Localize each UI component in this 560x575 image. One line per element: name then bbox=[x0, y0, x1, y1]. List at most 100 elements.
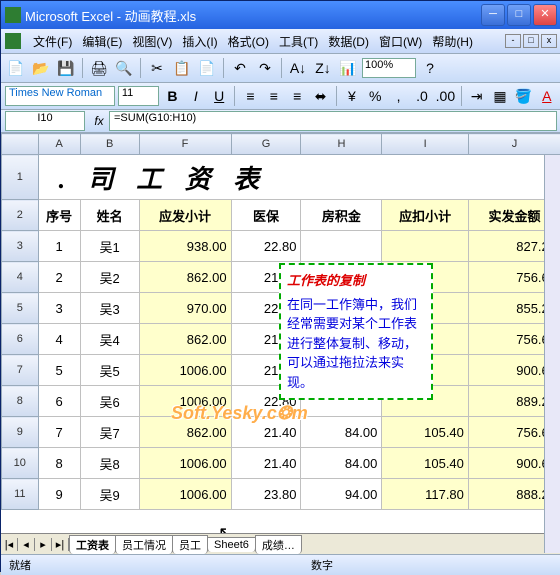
data-cell[interactable]: 8 bbox=[38, 448, 80, 479]
minimize-button[interactable]: ─ bbox=[481, 4, 505, 26]
preview-icon[interactable]: 🔍 bbox=[113, 57, 135, 79]
data-cell[interactable]: 23.80 bbox=[231, 479, 301, 510]
fill-color-icon[interactable]: 🪣 bbox=[513, 85, 533, 107]
data-cell[interactable]: 1006.00 bbox=[139, 355, 231, 386]
font-name-combo[interactable]: Times New Roman bbox=[5, 86, 115, 106]
data-cell[interactable]: 862.00 bbox=[139, 262, 231, 293]
titlebar[interactable]: Microsoft Excel - 动画教程.xls ─ □ ✕ bbox=[1, 1, 560, 29]
data-cell[interactable]: 7 bbox=[38, 417, 80, 448]
data-cell[interactable]: 4 bbox=[38, 324, 80, 355]
sort-desc-icon[interactable]: Z↓ bbox=[312, 57, 334, 79]
title-cell[interactable]: . 司 工 资 表 bbox=[38, 155, 560, 200]
align-left-icon[interactable]: ≡ bbox=[240, 85, 260, 107]
data-cell[interactable]: 105.40 bbox=[382, 417, 469, 448]
tab-next-icon[interactable]: ▸ bbox=[35, 538, 52, 551]
col-header[interactable]: A bbox=[38, 134, 80, 155]
menu-edit[interactable]: 编辑(E) bbox=[78, 31, 126, 52]
row-header[interactable]: 5 bbox=[2, 293, 39, 324]
row-header[interactable]: 4 bbox=[2, 262, 39, 293]
data-cell[interactable]: 862.00 bbox=[139, 324, 231, 355]
menu-tools[interactable]: 工具(T) bbox=[275, 31, 322, 52]
comma-icon[interactable]: , bbox=[388, 85, 408, 107]
sheet-tab[interactable]: 成绩… bbox=[255, 535, 302, 554]
tab-prev-icon[interactable]: ◂ bbox=[18, 538, 35, 551]
percent-icon[interactable]: % bbox=[365, 85, 385, 107]
doc-minimize-button[interactable]: - bbox=[505, 34, 521, 48]
data-cell[interactable]: 938.00 bbox=[139, 231, 231, 262]
data-cell[interactable]: 105.40 bbox=[382, 448, 469, 479]
row-header[interactable]: 10 bbox=[2, 448, 39, 479]
italic-icon[interactable]: I bbox=[186, 85, 206, 107]
data-cell[interactable]: 84.00 bbox=[301, 417, 382, 448]
merge-icon[interactable]: ⬌ bbox=[310, 85, 330, 107]
menu-file[interactable]: 文件(F) bbox=[29, 31, 76, 52]
data-cell[interactable]: 117.80 bbox=[382, 479, 469, 510]
data-cell[interactable]: 吴8 bbox=[80, 448, 139, 479]
data-cell[interactable]: 5 bbox=[38, 355, 80, 386]
data-cell[interactable]: 1006.00 bbox=[139, 479, 231, 510]
data-cell[interactable]: 吴4 bbox=[80, 324, 139, 355]
sheet-tab[interactable]: 员工情况 bbox=[115, 535, 173, 554]
font-color-icon[interactable]: A bbox=[537, 85, 557, 107]
header-cell[interactable]: 序号 bbox=[38, 200, 80, 231]
open-icon[interactable]: 📂 bbox=[30, 57, 52, 79]
save-icon[interactable]: 💾 bbox=[55, 57, 77, 79]
data-cell[interactable]: 吴9 bbox=[80, 479, 139, 510]
sheet-tab[interactable]: Sheet6 bbox=[207, 537, 256, 552]
paste-icon[interactable]: 📄 bbox=[196, 57, 218, 79]
menu-data[interactable]: 数据(D) bbox=[324, 31, 373, 52]
data-cell[interactable]: 1006.00 bbox=[139, 386, 231, 417]
data-cell[interactable]: 吴3 bbox=[80, 293, 139, 324]
underline-icon[interactable]: U bbox=[209, 85, 229, 107]
zoom-combo[interactable]: 100% bbox=[362, 58, 416, 78]
row-header[interactable]: 3 bbox=[2, 231, 39, 262]
data-cell[interactable]: 6 bbox=[38, 386, 80, 417]
data-cell[interactable]: 2 bbox=[38, 262, 80, 293]
borders-icon[interactable]: ▦ bbox=[490, 85, 510, 107]
new-icon[interactable]: 📄 bbox=[5, 57, 27, 79]
col-header[interactable]: B bbox=[80, 134, 139, 155]
maximize-button[interactable]: □ bbox=[507, 4, 531, 26]
menu-insert[interactable]: 插入(I) bbox=[178, 31, 221, 52]
col-header[interactable]: H bbox=[301, 134, 382, 155]
inc-decimal-icon[interactable]: .0 bbox=[412, 85, 432, 107]
formula-input[interactable]: =SUM(G10:H10) bbox=[109, 111, 557, 131]
col-header[interactable]: F bbox=[139, 134, 231, 155]
align-right-icon[interactable]: ≡ bbox=[287, 85, 307, 107]
undo-icon[interactable]: ↶ bbox=[229, 57, 251, 79]
doc-close-button[interactable]: x bbox=[541, 34, 557, 48]
header-cell[interactable]: 应扣小计 bbox=[382, 200, 469, 231]
data-cell[interactable] bbox=[382, 231, 469, 262]
dec-decimal-icon[interactable]: .00 bbox=[435, 85, 455, 107]
data-cell[interactable]: 吴5 bbox=[80, 355, 139, 386]
menu-view[interactable]: 视图(V) bbox=[128, 31, 176, 52]
col-header[interactable]: J bbox=[468, 134, 560, 155]
doc-restore-button[interactable]: □ bbox=[523, 34, 539, 48]
data-cell[interactable]: 862.00 bbox=[139, 417, 231, 448]
indent-icon[interactable]: ⇥ bbox=[466, 85, 486, 107]
data-cell[interactable]: 吴1 bbox=[80, 231, 139, 262]
spreadsheet-grid[interactable]: ABFGHIJ1. 司 工 资 表2序号姓名应发小计医保房积金应扣小计实发金额3… bbox=[1, 133, 560, 533]
row-header[interactable]: 1 bbox=[2, 155, 39, 200]
menu-format[interactable]: 格式(O) bbox=[224, 31, 273, 52]
fx-icon[interactable]: fx bbox=[89, 114, 109, 128]
row-header[interactable]: 11 bbox=[2, 479, 39, 510]
data-cell[interactable]: 吴6 bbox=[80, 386, 139, 417]
print-icon[interactable]: 🖨 bbox=[88, 57, 110, 79]
data-cell[interactable]: 84.00 bbox=[301, 448, 382, 479]
data-cell[interactable]: 3 bbox=[38, 293, 80, 324]
copy-icon[interactable]: 📋 bbox=[171, 57, 193, 79]
close-button[interactable]: ✕ bbox=[533, 4, 557, 26]
row-header[interactable]: 6 bbox=[2, 324, 39, 355]
sheet-tab[interactable]: 员工 bbox=[172, 535, 208, 554]
vertical-scrollbar[interactable] bbox=[544, 155, 560, 553]
data-cell[interactable]: 吴7 bbox=[80, 417, 139, 448]
row-header[interactable]: 2 bbox=[2, 200, 39, 231]
data-cell[interactable]: 94.00 bbox=[301, 479, 382, 510]
data-cell[interactable]: 9 bbox=[38, 479, 80, 510]
menu-window[interactable]: 窗口(W) bbox=[375, 31, 426, 52]
data-cell[interactable]: 21.40 bbox=[231, 417, 301, 448]
align-center-icon[interactable]: ≡ bbox=[264, 85, 284, 107]
tab-last-icon[interactable]: ▸| bbox=[52, 538, 69, 551]
data-cell[interactable] bbox=[301, 231, 382, 262]
